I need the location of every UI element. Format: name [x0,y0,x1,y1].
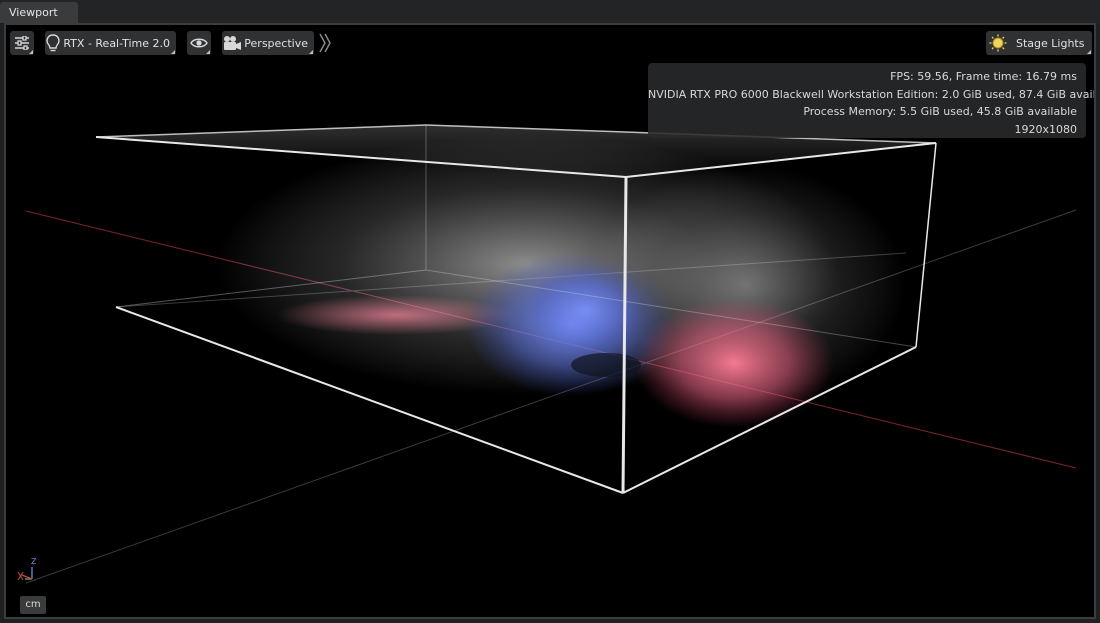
stage-lights-label: Stage Lights [1016,36,1085,50]
renderer-button[interactable]: RTX - Real-Time 2.0 [45,31,176,55]
axis-gizmo[interactable]: Z [14,555,44,589]
fog-pink [634,298,834,428]
eye-icon [187,31,211,55]
gpu-readout: NVIDIA RTX PRO 6000 Blackwell Workstatio… [648,87,1096,101]
camera-button[interactable]: Perspective [222,31,314,55]
sun-icon [986,31,1010,55]
axis-z-label: Z [31,557,37,566]
fps-readout: FPS: 59.56, Frame time: 16.79 ms [890,70,1077,83]
memory-readout: Process Memory: 5.5 GiB used, 45.8 GiB a… [803,105,1077,118]
fog-dark-core [571,353,641,377]
lightbulb-icon [45,31,61,55]
viewport[interactable]: RTX - Real-Time 2.0 Perspective Stage Li… [4,23,1096,619]
renderer-label: RTX - Real-Time 2.0 [63,36,170,50]
camera-label: Perspective [244,36,308,50]
movie-camera-icon [222,31,242,55]
sliders-icon [10,31,34,55]
tab-viewport[interactable]: Viewport [0,2,78,23]
unit-label[interactable]: cm [20,596,46,614]
visibility-button[interactable] [187,31,211,55]
settings-button[interactable] [10,31,34,55]
tab-bar: Viewport [0,0,1100,23]
fog-blue-core [526,265,646,355]
stage-lights-button[interactable]: Stage Lights [986,31,1092,55]
double-chevron-right-icon[interactable] [318,32,332,54]
resolution-readout: 1920x1080 [1014,122,1078,136]
stats-overlay: FPS: 59.56, Frame time: 16.79 ms NVIDIA … [648,63,1096,138]
